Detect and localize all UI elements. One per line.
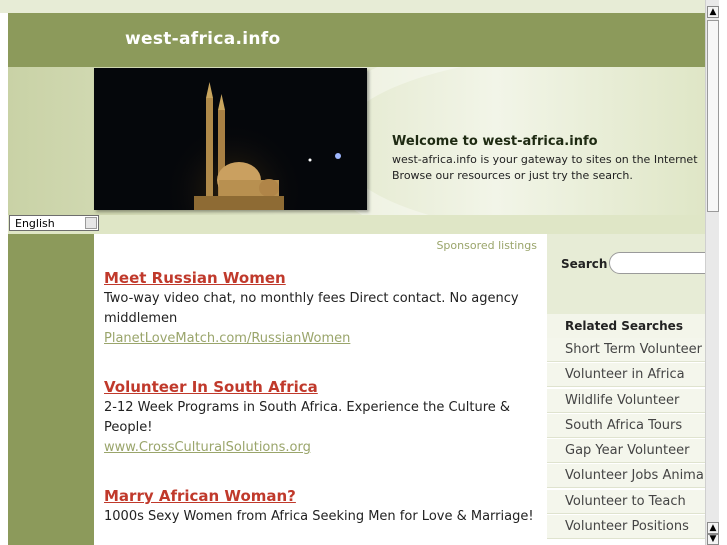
related-search-link[interactable]: Volunteer in Africa xyxy=(547,363,705,388)
sponsored-label: Sponsored listings xyxy=(436,239,537,252)
ad-url-link[interactable]: PlanetLoveMatch.com/RussianWomen xyxy=(104,329,534,349)
scroll-up-arrow-icon[interactable]: ▲ xyxy=(707,6,719,18)
related-search-link[interactable]: Volunteer to Teach xyxy=(547,489,705,514)
related-searches-list: Short Term Volunteer Volunteer in Africa… xyxy=(547,338,705,540)
ad-title-link[interactable]: Meet Russian Women xyxy=(104,269,534,287)
top-strip xyxy=(0,0,705,13)
scrollbar-thumb[interactable] xyxy=(707,20,719,212)
site-title[interactable]: west-africa.info xyxy=(125,29,280,49)
language-select-value: English xyxy=(15,217,55,230)
related-search-link[interactable]: Short Term Volunteer xyxy=(547,338,705,362)
welcome-heading: Welcome to west-africa.info xyxy=(392,134,598,149)
ad-description: 2-12 Week Programs in South Africa. Expe… xyxy=(104,400,511,435)
site-header: west-africa.info xyxy=(8,13,705,67)
related-search-link[interactable]: Wildlife Volunteer xyxy=(547,388,705,413)
sponsored-listings: Sponsored listings Meet Russian Women Tw… xyxy=(94,234,547,545)
ad-description: 1000s Sexy Women from Africa Seeking Men… xyxy=(104,509,534,524)
right-sidebar: Search Related Searches Short Term Volun… xyxy=(547,234,719,545)
related-search-link[interactable]: South Africa Tours xyxy=(547,413,705,438)
welcome-line-2: Browse our resources or just try the sea… xyxy=(392,169,633,182)
banner: Welcome to west-africa.info west-africa.… xyxy=(8,67,705,215)
search-input[interactable] xyxy=(609,252,719,274)
ad-description: Two-way video chat, no monthly fees Dire… xyxy=(104,291,519,326)
chevron-down-icon[interactable] xyxy=(85,217,97,229)
ad-url-link[interactable]: www.CrossCulturalSolutions.org xyxy=(104,438,534,458)
ad-title-link[interactable]: Marry African Woman? xyxy=(104,487,534,505)
language-select[interactable]: English xyxy=(9,215,99,231)
related-searches-heading: Related Searches xyxy=(547,314,705,338)
welcome-line-1: west-africa.info is your gateway to site… xyxy=(392,153,698,166)
related-search-link[interactable]: Volunteer Positions xyxy=(547,515,705,540)
hero-image-mosque xyxy=(94,68,367,210)
ad-item: Volunteer In South Africa 2-12 Week Prog… xyxy=(104,378,534,458)
ad-title-link[interactable]: Volunteer In South Africa xyxy=(104,378,534,396)
search-label: Search xyxy=(561,257,608,271)
search-panel: Search xyxy=(547,234,719,314)
left-column xyxy=(8,234,94,545)
welcome-text: west-africa.info is your gateway to site… xyxy=(392,152,705,184)
language-bar: English xyxy=(8,215,705,234)
related-search-link[interactable]: Volunteer Jobs Animal xyxy=(547,464,705,489)
scroll-up-arrow-icon[interactable]: ▲ xyxy=(707,522,719,534)
related-search-link[interactable]: Gap Year Volunteer xyxy=(547,439,705,464)
right-edge xyxy=(719,0,727,545)
scroll-down-arrow-icon[interactable]: ▼ xyxy=(707,534,719,545)
mosque-night-illustration xyxy=(94,68,367,210)
vertical-scrollbar[interactable]: ▲ ▲ ▼ xyxy=(705,0,720,545)
ad-item: Meet Russian Women Two-way video chat, n… xyxy=(104,269,534,349)
ad-item: Marry African Woman? 1000s Sexy Women fr… xyxy=(104,487,534,527)
